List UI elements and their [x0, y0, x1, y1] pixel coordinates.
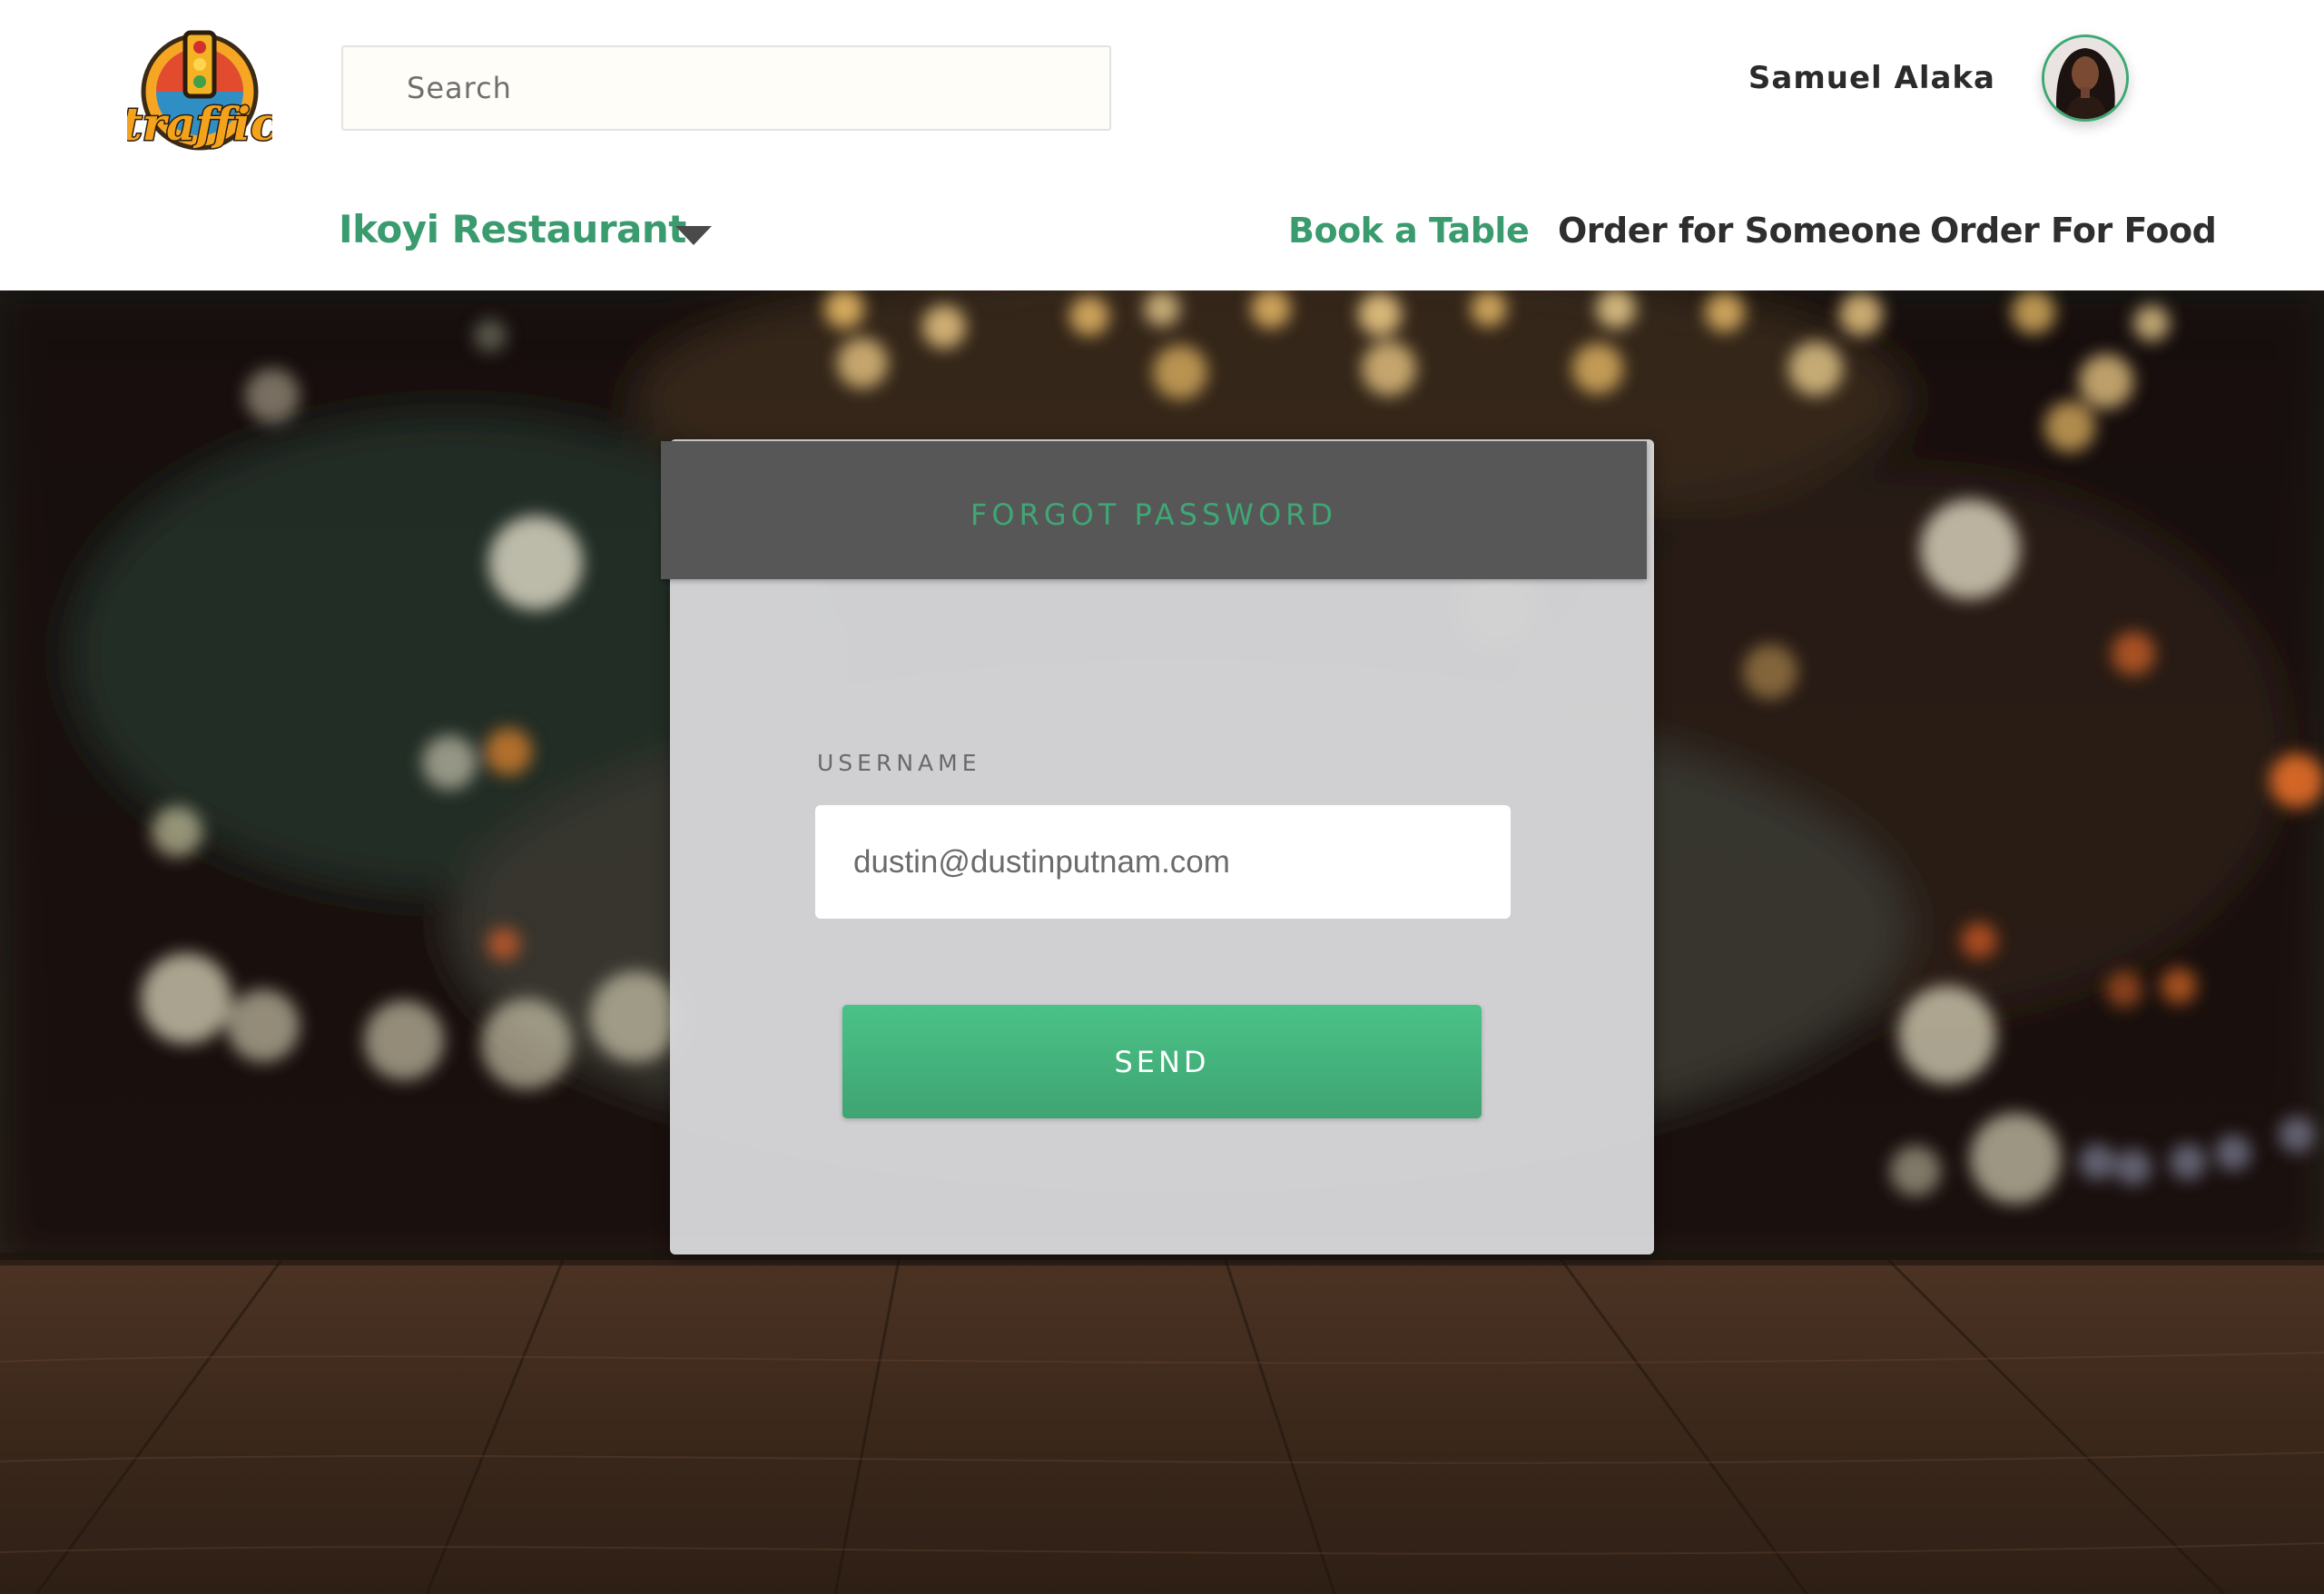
username-label: USERNAME — [817, 750, 981, 776]
nav-order-for-someone[interactable]: Order for Someone — [1558, 211, 1921, 251]
traffic-logo[interactable]: traffic — [127, 24, 272, 160]
avatar-image — [2044, 37, 2126, 119]
search-input[interactable] — [341, 45, 1111, 131]
username-field[interactable] — [815, 805, 1511, 919]
restaurant-selector[interactable]: Ikoyi Restaurant — [339, 207, 686, 251]
top-header: traffic Samuel Alaka Ikoyi Restaurant Bo… — [0, 0, 2324, 290]
logo-wordmark: traffic — [127, 97, 272, 151]
send-button[interactable]: SEND — [842, 1005, 1482, 1118]
card-title: FORGOT PASSWORD — [970, 497, 1337, 532]
nav-book-a-table[interactable]: Book a Table — [1288, 211, 1530, 251]
chevron-down-icon[interactable] — [674, 223, 714, 247]
nav-order-for-food[interactable]: Order For Food — [1930, 211, 2217, 251]
user-name: Samuel Alaka — [1748, 60, 1995, 96]
user-avatar[interactable] — [2042, 34, 2129, 122]
